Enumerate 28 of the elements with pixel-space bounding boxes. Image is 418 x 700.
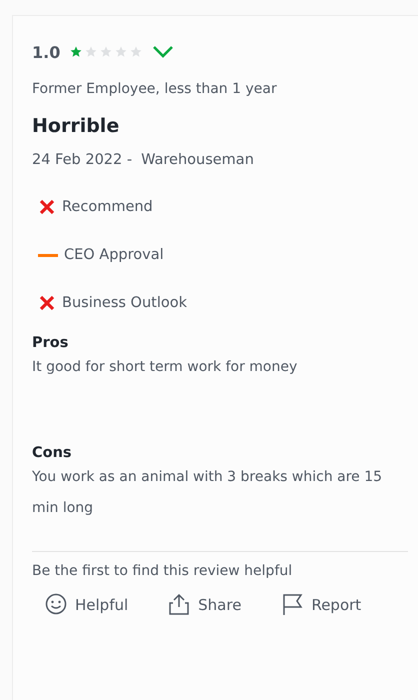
employment-status: Former Employee, less than 1 year — [32, 81, 278, 97]
share-icon — [168, 593, 190, 616]
helpful-button[interactable]: Helpful — [45, 593, 128, 616]
indicator-label: CEO Approval — [64, 247, 164, 263]
flag-icon — [281, 593, 304, 616]
share-button[interactable]: Share — [168, 593, 242, 616]
review-date: 24 Feb 2022 - — [32, 152, 132, 168]
section-text: You work as an animal with 3 breaks which are 15 min long — [32, 468, 384, 518]
section-text: It good for short term work for money — [32, 358, 298, 377]
star-icon — [69, 45, 84, 59]
indicator-label: Business Outlook — [62, 295, 188, 311]
helpful-note: Be the first to find this review helpful — [32, 563, 294, 579]
star-icon — [84, 45, 98, 59]
cross-icon — [38, 198, 56, 216]
section-heading: Pros — [32, 335, 70, 351]
rating-value: 1.0 — [32, 42, 60, 62]
report-button[interactable]: Report — [281, 593, 362, 616]
section-heading: Cons — [32, 445, 73, 461]
review-title: Horrible — [32, 115, 120, 137]
star-icon — [114, 45, 128, 59]
indicator-label: Recommend — [62, 199, 153, 215]
star-icon — [129, 45, 144, 59]
star-icon — [99, 45, 114, 59]
cross-icon — [38, 294, 56, 312]
expand-button[interactable] — [152, 45, 174, 59]
dash-icon — [38, 254, 58, 256]
job-title: Warehouseman — [141, 152, 254, 168]
smiley-icon — [45, 593, 67, 616]
